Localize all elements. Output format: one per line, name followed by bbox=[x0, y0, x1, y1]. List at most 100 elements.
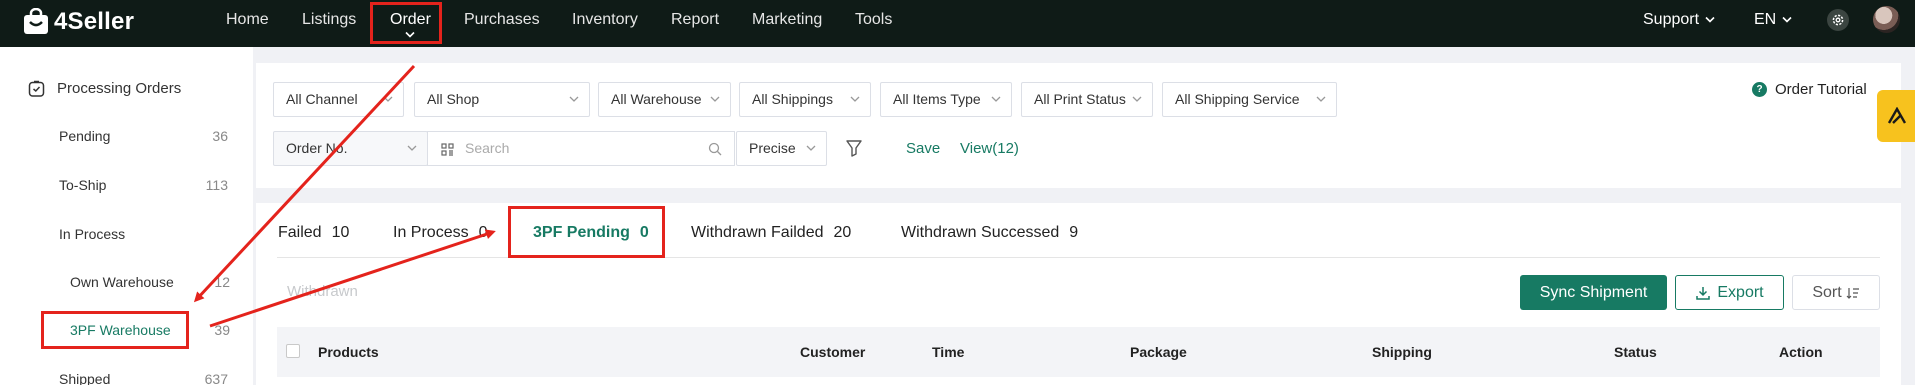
column-status: Status bbox=[1614, 344, 1657, 360]
nav-purchases[interactable]: Purchases bbox=[464, 0, 540, 47]
tab-in-process-count: 0 bbox=[478, 224, 488, 241]
sidebar-item-in-process[interactable]: In Process bbox=[59, 226, 125, 242]
views-link[interactable]: View(12) bbox=[960, 139, 1019, 159]
tab-in-process-label: In Process bbox=[393, 224, 469, 241]
column-products: Products bbox=[318, 344, 379, 360]
sidebar-item-own-warehouse[interactable]: Own Warehouse bbox=[70, 274, 174, 290]
gear-icon bbox=[1832, 14, 1844, 26]
tab-3pf-pending[interactable]: 3PF Pending 0 bbox=[533, 221, 649, 245]
sort-button[interactable]: Sort bbox=[1792, 275, 1880, 310]
warehouse-select[interactable]: All Warehouse bbox=[598, 82, 731, 117]
tab-withdrawn-successed[interactable]: Withdrawn Successed 9 bbox=[901, 221, 1078, 245]
grid-icon bbox=[441, 143, 454, 156]
tab-failed[interactable]: Failed 10 bbox=[278, 221, 349, 245]
match-mode-select[interactable]: Precise bbox=[736, 131, 827, 166]
sidebar-item-pending[interactable]: Pending bbox=[59, 128, 110, 144]
order-field-select[interactable]: Order No. bbox=[273, 131, 428, 166]
sidebar-count-own-warehouse: 12 bbox=[214, 274, 230, 290]
match-mode-value: Precise bbox=[749, 140, 796, 156]
sidebar-count-3pf-warehouse: 39 bbox=[214, 322, 230, 338]
export-button[interactable]: Export bbox=[1675, 275, 1784, 310]
top-navigation-bar: 4Seller Home Listings Order Purchases In… bbox=[0, 0, 1915, 47]
shop-select[interactable]: All Shop bbox=[414, 82, 590, 117]
language-menu[interactable]: EN bbox=[1754, 0, 1792, 40]
sync-shipment-button[interactable]: Sync Shipment bbox=[1520, 275, 1667, 310]
shipping-service-select-value: All Shipping Service bbox=[1175, 91, 1300, 107]
column-customer: Customer bbox=[800, 344, 866, 360]
search-placeholder: Search bbox=[465, 140, 510, 156]
nav-listings[interactable]: Listings bbox=[302, 0, 356, 47]
export-label: Export bbox=[1717, 283, 1764, 301]
sidebar-count-to-ship: 113 bbox=[205, 177, 228, 193]
column-shipping: Shipping bbox=[1372, 344, 1432, 360]
tab-failed-count: 10 bbox=[331, 224, 350, 241]
shippings-select[interactable]: All Shippings bbox=[739, 82, 871, 117]
tab-withdrawn-failded-label: Withdrawn Failded bbox=[691, 224, 824, 241]
nav-home[interactable]: Home bbox=[226, 0, 269, 47]
shippings-select-value: All Shippings bbox=[752, 91, 833, 107]
column-action: Action bbox=[1779, 344, 1823, 360]
nav-inventory[interactable]: Inventory bbox=[572, 0, 638, 47]
user-avatar[interactable] bbox=[1873, 6, 1900, 33]
question-icon: ? bbox=[1752, 82, 1767, 97]
sidebar-count-pending: 36 bbox=[212, 128, 228, 144]
shipping-service-select[interactable]: All Shipping Service bbox=[1162, 82, 1337, 117]
bag-logo-icon bbox=[24, 8, 48, 34]
chevron-down-icon bbox=[383, 96, 393, 102]
download-icon bbox=[1696, 286, 1711, 300]
save-view-link[interactable]: Save bbox=[906, 139, 940, 159]
tab-withdrawn-successed-count: 9 bbox=[1069, 224, 1079, 241]
column-package: Package bbox=[1130, 344, 1187, 360]
filter-icon[interactable] bbox=[845, 138, 863, 158]
order-tutorial-label: Order Tutorial bbox=[1775, 81, 1867, 98]
print-status-select[interactable]: All Print Status bbox=[1021, 82, 1153, 117]
sidebar-item-to-ship[interactable]: To-Ship bbox=[59, 177, 106, 193]
tabs-divider bbox=[277, 257, 1880, 258]
order-field-value: Order No. bbox=[286, 140, 348, 156]
select-all-checkbox[interactable] bbox=[286, 344, 300, 358]
sidebar-section-title: Processing Orders bbox=[57, 80, 182, 97]
chevron-down-icon bbox=[1316, 96, 1326, 102]
sidebar-item-shipped[interactable]: Shipped bbox=[59, 371, 110, 385]
sync-shipment-label: Sync Shipment bbox=[1539, 283, 1648, 301]
tab-withdrawn-successed-label: Withdrawn Successed bbox=[901, 224, 1060, 241]
shop-select-value: All Shop bbox=[427, 91, 480, 107]
nav-order-label: Order bbox=[390, 11, 431, 28]
settings-button[interactable] bbox=[1827, 9, 1849, 31]
warehouse-select-value: All Warehouse bbox=[611, 91, 702, 107]
chevron-down-icon bbox=[991, 96, 1001, 102]
chevron-down-icon bbox=[407, 145, 417, 151]
sidebar-item-3pf-warehouse[interactable]: 3PF Warehouse bbox=[70, 322, 171, 338]
tab-withdrawn-failded-count: 20 bbox=[833, 224, 852, 241]
nav-tools[interactable]: Tools bbox=[855, 0, 892, 47]
floating-assistant-button[interactable] bbox=[1877, 90, 1915, 142]
chevron-down-icon bbox=[710, 96, 720, 102]
logo[interactable]: 4Seller bbox=[22, 7, 134, 37]
search-input[interactable]: Search bbox=[427, 131, 735, 166]
channel-select-value: All Channel bbox=[286, 91, 358, 107]
chevron-down-icon bbox=[405, 31, 416, 38]
language-label: EN bbox=[1754, 11, 1777, 28]
nav-order[interactable]: Order bbox=[390, 0, 431, 47]
nav-report[interactable]: Report bbox=[671, 0, 719, 47]
chevron-down-icon bbox=[1705, 16, 1715, 23]
chevron-down-icon bbox=[806, 145, 816, 151]
clipboard-icon bbox=[28, 80, 45, 97]
chevron-down-icon bbox=[1132, 96, 1142, 102]
print-status-select-value: All Print Status bbox=[1034, 91, 1126, 107]
tab-withdrawn-failded[interactable]: Withdrawn Failded 20 bbox=[691, 221, 851, 245]
sort-icon bbox=[1846, 287, 1859, 299]
order-tutorial-link[interactable]: ? Order Tutorial bbox=[1752, 81, 1867, 98]
support-menu[interactable]: Support bbox=[1643, 0, 1715, 40]
column-time: Time bbox=[932, 344, 965, 360]
sort-label: Sort bbox=[1812, 283, 1842, 301]
tab-3pf-pending-count: 0 bbox=[639, 224, 649, 241]
sidebar-count-shipped: 637 bbox=[204, 371, 228, 385]
channel-select[interactable]: All Channel bbox=[273, 82, 404, 117]
tab-in-process[interactable]: In Process 0 bbox=[393, 221, 488, 245]
items-type-select[interactable]: All Items Type bbox=[880, 82, 1012, 117]
nav-marketing[interactable]: Marketing bbox=[752, 0, 822, 47]
chevron-down-icon bbox=[1782, 16, 1792, 23]
triangle-logo-icon bbox=[1887, 107, 1907, 124]
withdrawn-button[interactable]: Withdrawn bbox=[287, 283, 358, 300]
